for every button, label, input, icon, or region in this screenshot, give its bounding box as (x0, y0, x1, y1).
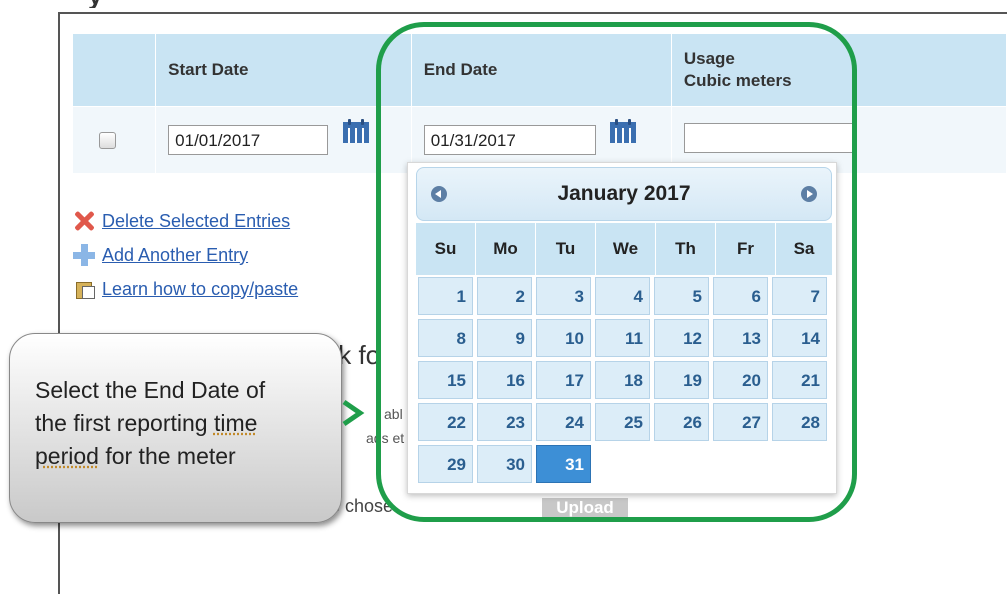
next-month-icon[interactable] (801, 186, 817, 202)
day-cell[interactable]: 27 (713, 403, 768, 441)
day-cell[interactable]: 24 (536, 403, 591, 441)
day-cell[interactable]: 23 (477, 403, 532, 441)
end-date-input[interactable]: 01/31/2017 (423, 125, 596, 155)
day-cell[interactable]: 19 (654, 361, 709, 399)
week-row: 29 30 31 (416, 443, 833, 485)
day-cell[interactable]: 25 (595, 403, 650, 441)
callout-text: Select the End Date of the first reporti… (35, 374, 325, 473)
week-row: 8 9 10 11 12 13 14 (416, 317, 833, 359)
header-usage-line2: Cubic meters (683, 71, 792, 90)
day-cell[interactable]: 7 (772, 277, 827, 315)
day-cell[interactable]: 3 (536, 277, 591, 315)
week-row: 22 23 24 25 26 27 28 (416, 401, 833, 443)
day-cell[interactable]: 29 (418, 445, 473, 483)
row-checkbox[interactable] (99, 131, 116, 149)
plus-icon (72, 243, 96, 267)
day-cell[interactable]: 8 (418, 319, 473, 357)
datepicker-month-title: January 2017 (557, 182, 691, 205)
weekday-label: Su (416, 223, 475, 275)
day-cell[interactable]: 20 (713, 361, 768, 399)
table-header-row: Start Date End Date Usage Cubic meters (71, 33, 1007, 107)
entry-actions: Delete Selected Entries Add Another Entr… (72, 204, 298, 306)
day-cell[interactable]: 9 (477, 319, 532, 357)
header-usage: Usage Cubic meters (670, 33, 1007, 107)
instruction-callout: Select the End Date of the first reporti… (9, 333, 342, 523)
header-select (71, 33, 157, 107)
datepicker-header: January 2017 (416, 167, 832, 221)
weekday-label: We (596, 223, 655, 275)
week-row: 15 16 17 18 19 20 21 (416, 359, 833, 401)
entries-table: Start Date End Date Usage Cubic meters 0… (71, 33, 1007, 174)
empty-day-cell (772, 445, 827, 483)
delete-selected-link[interactable]: Delete Selected Entries (102, 211, 290, 232)
weekday-label: Mo (476, 223, 535, 275)
day-cell[interactable]: 5 (654, 277, 709, 315)
datepicker-grid: Su Mo Tu We Th Fr Sa 1 2 3 4 5 6 7 8 9 10 11 12 13 14 15 16 17 1… (416, 223, 833, 485)
end-calendar-icon[interactable] (610, 119, 637, 143)
start-date-cell: 01/01/2017 (155, 106, 412, 174)
day-cell[interactable]: 26 (654, 403, 709, 441)
learn-copy-paste-link[interactable]: Learn how to copy/paste (102, 279, 298, 300)
weekday-label: Tu (536, 223, 595, 275)
empty-day-cell (595, 445, 650, 483)
day-cell[interactable]: 14 (772, 319, 827, 357)
selected-day-cell[interactable]: 31 (536, 445, 591, 483)
day-cell[interactable]: 22 (418, 403, 473, 441)
day-cell[interactable]: 28 (772, 403, 827, 441)
add-entry-row: Add Another Entry (72, 238, 298, 272)
header-start-date: Start Date (155, 33, 412, 107)
day-cell[interactable]: 11 (595, 319, 650, 357)
header-end-date: End Date (410, 33, 672, 107)
day-cell[interactable]: 17 (536, 361, 591, 399)
day-cell[interactable]: 6 (713, 277, 768, 315)
callout-line-2: the first reporting time (35, 410, 258, 436)
clipboard-icon (72, 279, 96, 299)
weekday-label: Fr (716, 223, 775, 275)
start-calendar-icon[interactable] (342, 119, 369, 143)
day-cell[interactable]: 13 (713, 319, 768, 357)
green-chevron-icon (342, 399, 365, 427)
callout-line-3: period for the meter (35, 443, 236, 469)
empty-day-cell (713, 445, 768, 483)
delete-entries-row: Delete Selected Entries (72, 204, 298, 238)
day-cell[interactable]: 1 (418, 277, 473, 315)
day-cell[interactable]: 21 (772, 361, 827, 399)
bulk-text-fragment-2: ads et (366, 430, 405, 446)
start-date-input[interactable]: 01/01/2017 (168, 125, 329, 155)
weekday-label: Th (656, 223, 715, 275)
weekday-label: Sa (776, 223, 832, 275)
day-cell[interactable]: 12 (654, 319, 709, 357)
day-cell[interactable]: 15 (418, 361, 473, 399)
header-usage-line1: Usage (683, 49, 735, 68)
page-heading-fragment: y (88, 0, 138, 8)
callout-line-1: Select the End Date of (35, 377, 266, 403)
usage-input[interactable] (683, 122, 856, 153)
day-cell[interactable]: 18 (595, 361, 650, 399)
upload-button[interactable]: Upload (542, 498, 628, 518)
weekday-header-row: Su Mo Tu We Th Fr Sa (416, 223, 833, 275)
datepicker-popup: January 2017 Su Mo Tu We Th Fr Sa 1 2 3 4 5 6 7 8 9 10 11… (407, 162, 837, 494)
empty-day-cell (654, 445, 709, 483)
add-another-entry-link[interactable]: Add Another Entry (102, 245, 248, 266)
day-cell[interactable]: 2 (477, 277, 532, 315)
delete-x-icon (72, 209, 96, 233)
day-cell[interactable]: 10 (536, 319, 591, 357)
day-cell[interactable]: 4 (595, 277, 650, 315)
row-select-cell (71, 106, 157, 174)
day-cell[interactable]: 30 (477, 445, 532, 483)
bulk-text-fragment-1: abl (384, 406, 403, 422)
copy-paste-row: Learn how to copy/paste (72, 272, 298, 306)
week-row: 1234567 (416, 275, 833, 317)
day-cell[interactable]: 16 (477, 361, 532, 399)
